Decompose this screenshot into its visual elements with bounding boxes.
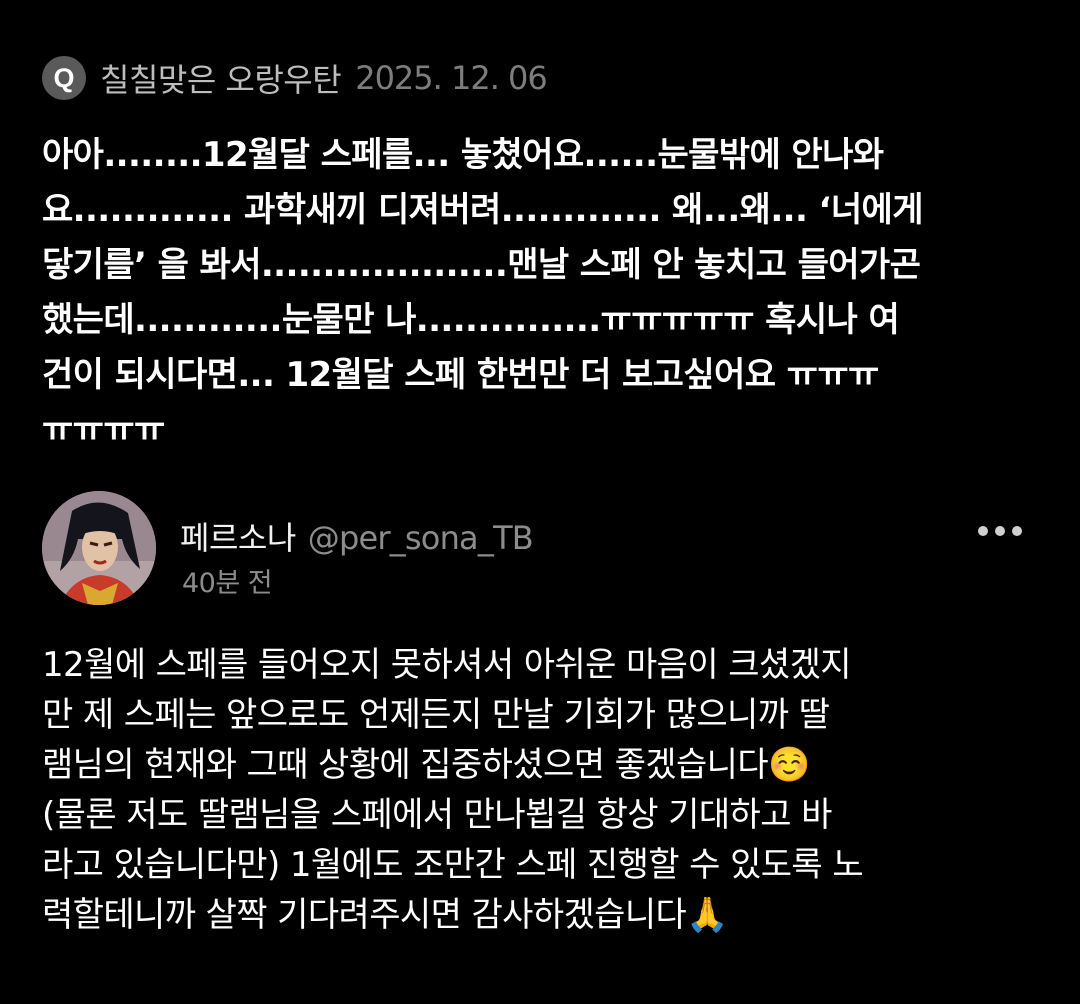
answer-author-handle[interactable]: @per_sona_TB (308, 519, 534, 557)
avatar[interactable] (42, 491, 156, 605)
answer-timestamp: 40분 전 (182, 568, 273, 599)
more-options-button[interactable] (978, 519, 1022, 543)
answer-header: 페르소나 @per_sona_TB 40분 전 (42, 491, 1038, 607)
question-date: 2025. 12. 06 (355, 59, 548, 97)
question-text: 아아........12월달 스페를... 놓쳤어요......눈물밖에 안나와… (42, 135, 924, 450)
answer-text: 12월에 스페를 들어오지 못하셔서 아쉬운 마음이 크셨겠지 만 제 스페는 … (42, 645, 864, 935)
question-author: 칠칠맞은 오랑우탄 (100, 61, 342, 99)
more-horizontal-icon (978, 526, 988, 536)
answer-author-name[interactable]: 페르소나 (180, 513, 296, 559)
more-horizontal-icon (995, 526, 1005, 536)
more-horizontal-icon (1012, 526, 1022, 536)
question-header: Q 칠칠맞은 오랑우탄 2025. 12. 06 (42, 56, 548, 100)
question-badge: Q (42, 56, 86, 100)
profile-avatar-icon (42, 491, 156, 605)
